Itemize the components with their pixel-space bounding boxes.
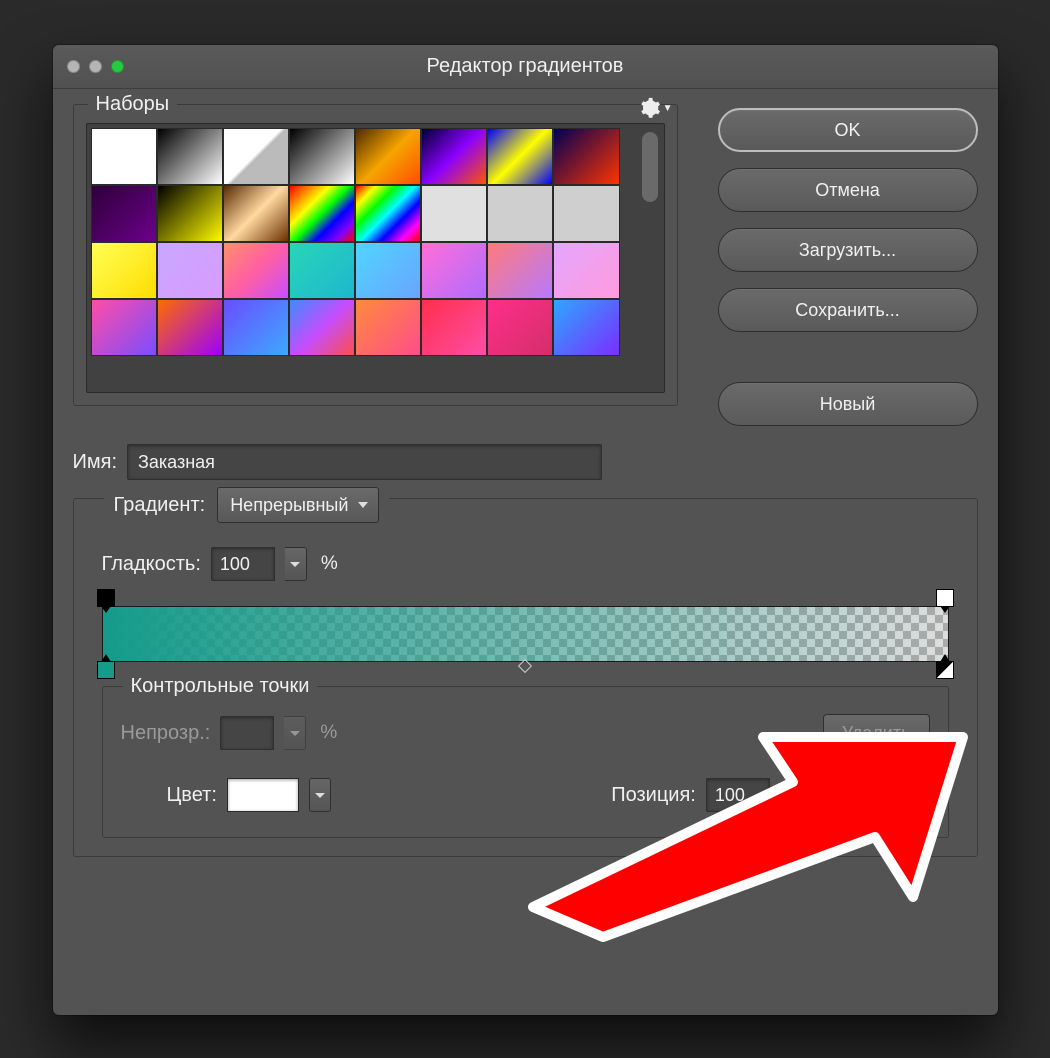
smoothness-unit: % [321,553,338,575]
gradient-type-select[interactable]: Непрерывный [217,487,379,523]
preset-swatch[interactable] [91,128,157,185]
gradient-bar[interactable] [102,606,949,662]
new-button[interactable]: Новый [718,382,978,426]
preset-swatch[interactable] [91,242,157,299]
opacity-delete-button[interactable]: Удалить [823,714,930,752]
gradient-layer [103,607,948,661]
color-label: Цвет: [167,784,217,807]
preset-swatch[interactable] [157,128,223,185]
cancel-button[interactable]: Отмена [718,168,978,212]
preset-swatch[interactable] [421,242,487,299]
opacity-unit: % [320,722,337,744]
load-button[interactable]: Загрузить... [718,228,978,272]
opacity-input [220,716,274,750]
presets-scrollbar[interactable] [642,132,658,384]
preset-swatch[interactable] [487,299,553,356]
presets-grid [91,128,620,388]
preset-swatch[interactable] [223,242,289,299]
presets-label: Наборы [88,93,178,116]
window-title: Редактор градиентов [53,55,998,78]
preset-swatch[interactable] [355,128,421,185]
opacity-stop-start[interactable] [97,589,115,607]
opacity-label: Непрозр.: [121,722,211,745]
preset-swatch[interactable] [157,242,223,299]
preset-swatch[interactable] [289,299,355,356]
color-delete-button[interactable]: Удалить [823,776,930,814]
preset-swatch[interactable] [91,299,157,356]
smoothness-stepper[interactable] [285,547,307,581]
window-minimize-button[interactable] [89,60,102,73]
preset-swatch[interactable] [223,299,289,356]
opacity-stop-end[interactable] [936,589,954,607]
preset-swatch[interactable] [289,185,355,242]
window-close-button[interactable] [67,60,80,73]
color-dropdown[interactable] [309,778,331,812]
smoothness-input[interactable] [211,547,275,581]
name-label: Имя: [73,451,118,474]
preset-swatch[interactable] [91,185,157,242]
preset-swatch[interactable] [421,128,487,185]
preset-swatch[interactable] [289,242,355,299]
presets-panel: Наборы ▼ [73,104,678,406]
position-input[interactable] [706,778,770,812]
preset-swatch[interactable] [157,185,223,242]
position-label: Позиция: [611,784,696,807]
smoothness-label: Гладкость: [102,553,201,576]
midpoint-marker[interactable] [518,659,532,673]
preset-swatch[interactable] [355,242,421,299]
preset-swatch[interactable] [289,128,355,185]
preset-swatch[interactable] [223,128,289,185]
window-traffic-lights [53,60,124,73]
preset-swatch[interactable] [355,299,421,356]
color-stop-start[interactable] [97,661,115,679]
gradient-editor-window: Редактор градиентов Наборы ▼ [53,45,998,1015]
gear-icon [639,97,661,119]
preset-swatch[interactable] [223,185,289,242]
name-input[interactable] [127,444,602,480]
preset-swatch[interactable] [553,299,619,356]
preset-swatch[interactable] [157,299,223,356]
stops-panel: Контрольные точки Непрозр.: % Удалить Цв… [102,686,949,838]
preset-swatch[interactable] [487,242,553,299]
position-unit: % [784,784,801,806]
preset-swatch[interactable] [553,242,619,299]
window-maximize-button[interactable] [111,60,124,73]
preset-swatch[interactable] [553,185,619,242]
preset-swatch[interactable] [487,128,553,185]
color-well[interactable] [227,778,299,812]
gradient-type-label: Градиент: [114,494,206,517]
presets-grid-container [86,123,665,393]
stops-panel-label: Контрольные точки [123,675,318,698]
gradient-type-value: Непрерывный [230,495,348,516]
save-button[interactable]: Сохранить... [718,288,978,332]
gradient-panel: Градиент: Непрерывный Гладкость: % [73,498,978,857]
color-stop-end[interactable] [936,661,954,679]
preset-swatch[interactable] [553,128,619,185]
opacity-stepper [284,716,306,750]
preset-swatch[interactable] [421,299,487,356]
preset-swatch[interactable] [487,185,553,242]
chevron-down-icon: ▼ [663,103,673,114]
ok-button[interactable]: OK [718,108,978,152]
scrollbar-thumb[interactable] [642,132,658,202]
titlebar: Редактор градиентов [53,45,998,89]
presets-settings-button[interactable]: ▼ [639,97,673,119]
preset-swatch[interactable] [421,185,487,242]
preset-swatch[interactable] [355,185,421,242]
